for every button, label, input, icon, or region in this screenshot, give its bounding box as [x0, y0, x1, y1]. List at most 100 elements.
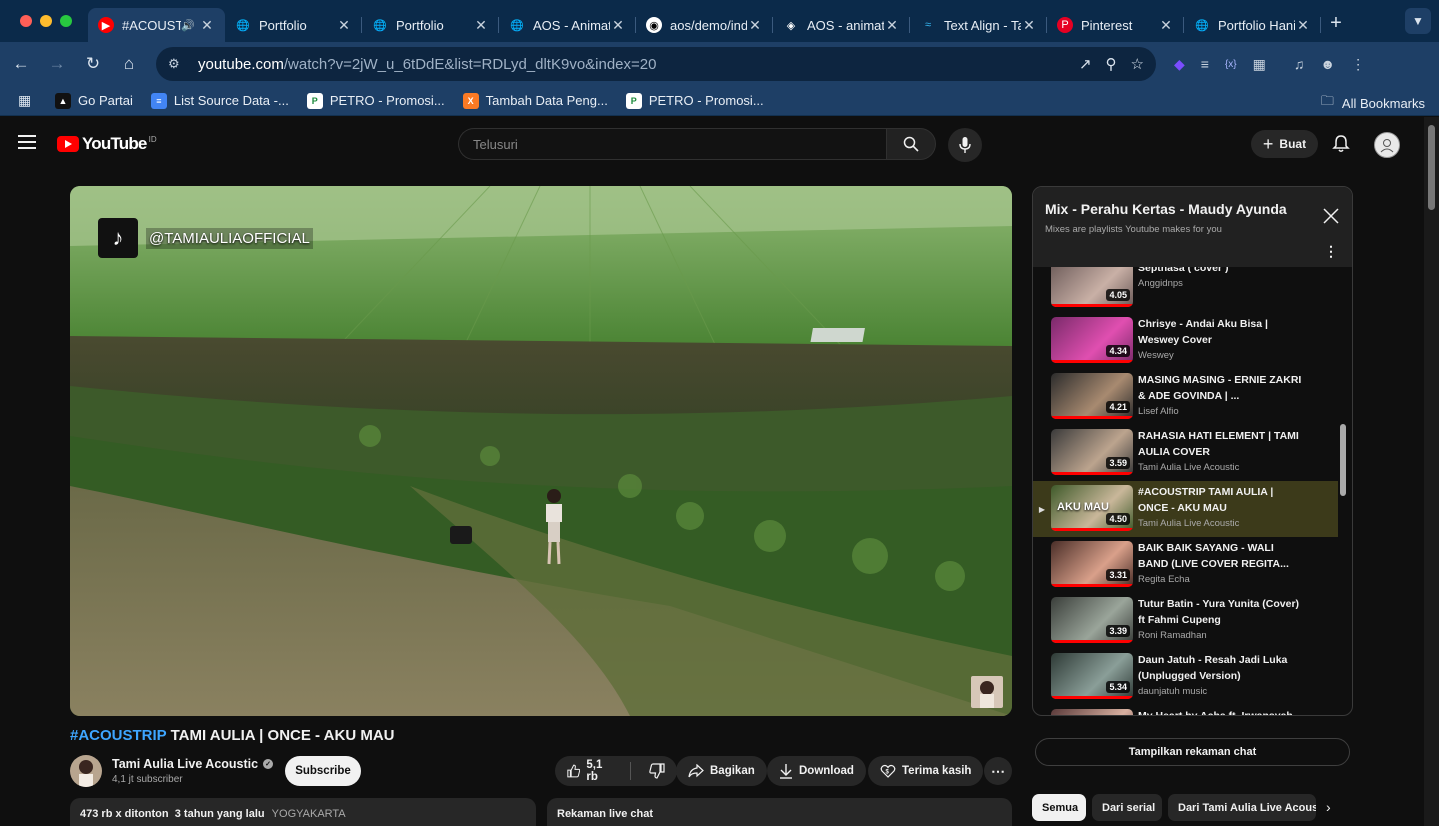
bookmark-item[interactable]: ▲ Go Partai — [55, 92, 133, 109]
playlist-item-title[interactable]: Septhasa ( cover ) — [1138, 267, 1303, 276]
search-button[interactable] — [886, 128, 936, 160]
playlist-item[interactable]: 5.34 Daun Jatuh - Resah Jadi Luka (Unplug… — [1033, 649, 1338, 705]
playlist-item[interactable]: 3.39 Tutur Batin - Yura Yunita (Cover) ft… — [1033, 593, 1338, 649]
page-scrollbar[interactable] — [1424, 117, 1439, 826]
tab-close-icon[interactable]: ✕ — [1295, 17, 1311, 34]
browser-tab[interactable]: 🌐 Portfolio Hanif ✕ — [1184, 8, 1321, 42]
tab-close-icon[interactable]: ✕ — [473, 17, 489, 34]
voice-search-button[interactable] — [948, 128, 982, 162]
video-player[interactable]: ♪ @TAMIAULIAOFFICIAL — [70, 186, 1012, 716]
hashtag-link[interactable]: #ACOUSTRIP — [70, 727, 166, 744]
playlist-item-current[interactable]: ▶ AKU MAU 4.50 #ACOUSTRIP TAMI AULIA | ONCE… — [1033, 481, 1338, 537]
playlist-thumbnail[interactable] — [1051, 709, 1133, 715]
show-chat-replay-button[interactable]: Tampilkan rekaman chat — [1035, 738, 1350, 766]
minimize-window-button[interactable] — [40, 15, 52, 27]
playlist-title[interactable]: Mix - Perahu Kertas - Maudy Ayunda — [1045, 201, 1307, 217]
browser-tab[interactable]: 🌐 Portfolio ✕ — [362, 8, 499, 42]
channel-watermark[interactable] — [971, 676, 1003, 708]
playlist-thumbnail[interactable]: 3.39 — [1051, 597, 1133, 643]
zoom-icon[interactable]: ⚲ — [1106, 55, 1117, 73]
maximize-window-button[interactable] — [60, 15, 72, 27]
description-box[interactable]: 473 rb x ditonton 3 tahun yang lalu YOGY… — [70, 798, 536, 826]
audio-playing-icon[interactable]: 🔊 — [181, 19, 195, 32]
playlist-item-title[interactable]: BAIK BAIK SAYANG - WALI BAND (LIVE COVER… — [1138, 540, 1303, 572]
tab-close-icon[interactable]: ✕ — [610, 17, 626, 34]
browser-menu-icon[interactable]: ⋮ — [1351, 56, 1365, 73]
playlist-thumbnail[interactable]: 5.34 — [1051, 653, 1133, 699]
playlist-item-title[interactable]: Tutur Batin - Yura Yunita (Cover) ft Fah… — [1138, 596, 1303, 628]
thanks-button[interactable]: $ Terima kasih — [868, 756, 984, 786]
browser-tab[interactable]: ▶ #ACOUSTRIP TAMI AULIA🔊 ✕ — [88, 8, 225, 42]
download-button[interactable]: Download — [767, 756, 866, 786]
bookmark-item[interactable]: P PETRO - Promosi... — [306, 92, 445, 109]
home-icon[interactable]: ⌂ — [111, 46, 147, 82]
bookmark-item[interactable]: ≡ List Source Data -... — [150, 92, 289, 109]
filter-chip[interactable]: Semua — [1032, 794, 1086, 821]
back-button[interactable]: ← — [3, 46, 39, 82]
playlist-thumbnail[interactable]: 4.05 — [1051, 267, 1133, 307]
playlist-item[interactable]: 3.59 RAHASIA HATI ELEMENT | TAMI AULIA CO… — [1033, 425, 1338, 481]
open-in-app-icon[interactable]: ↗ — [1079, 55, 1092, 73]
playlist-item-title[interactable]: Daun Jatuh - Resah Jadi Luka (Unplugged … — [1138, 652, 1303, 684]
browser-tab[interactable]: ◉ aos/demo/index.html✕ — [636, 8, 773, 42]
url-text[interactable]: youtube.com/watch?v=2jW_u_6tDdE&list=RDL… — [198, 56, 1079, 73]
tab-close-icon[interactable]: ✕ — [199, 17, 215, 34]
guide-menu-icon[interactable] — [18, 135, 36, 149]
create-button[interactable]: + Buat — [1251, 130, 1318, 158]
browser-tab[interactable]: 🌐 Portfolio ✕ — [225, 8, 362, 42]
extensions-puzzle-icon[interactable]: ▦ — [1253, 56, 1266, 73]
playlist-item-title[interactable]: MASING MASING - ERNIE ZAKRI & ADE GOVIND… — [1138, 372, 1303, 404]
playlist-thumbnail[interactable]: AKU MAU 4.50 — [1051, 485, 1133, 531]
bookmark-item[interactable]: X Tambah Data Peng... — [462, 92, 608, 109]
channel-avatar[interactable] — [70, 755, 102, 787]
playlist-item-title[interactable]: #ACOUSTRIP TAMI AULIA | ONCE - AKU MAU — [1138, 484, 1303, 516]
playlist-thumbnail[interactable]: 3.59 — [1051, 429, 1133, 475]
extension-icon-purple[interactable]: ◆ — [1174, 56, 1185, 73]
filter-chip[interactable]: Dari Tami Aulia Live Acoustic — [1168, 794, 1316, 821]
channel-name-text[interactable]: Tami Aulia Live Acoustic — [112, 757, 258, 771]
media-control-icon[interactable]: ♫ — [1294, 56, 1305, 72]
subscribe-button[interactable]: Subscribe — [285, 756, 361, 786]
tab-close-icon[interactable]: ✕ — [884, 17, 900, 34]
playlist-thumbnail[interactable]: 3.31 — [1051, 541, 1133, 587]
playlist-thumbnail[interactable]: 4.21 — [1051, 373, 1133, 419]
extension-icon-code[interactable]: ≡ — [1201, 56, 1209, 72]
playlist-item[interactable]: 4.05 Septhasa ( cover ) Anggidnps — [1033, 267, 1338, 313]
dislike-button[interactable] — [637, 756, 677, 786]
playlist-item-title[interactable]: RAHASIA HATI ELEMENT | TAMI AULIA COVER — [1138, 428, 1303, 460]
browser-tab[interactable]: 🌐 AOS - Animate on scroll✕ — [499, 8, 636, 42]
playlist-item[interactable]: 4.21 MASING MASING - ERNIE ZAKRI & ADE GO… — [1033, 369, 1338, 425]
more-actions-button[interactable]: ⋯ — [984, 757, 1012, 785]
browser-tab[interactable]: ◈ AOS - animate on scroll✕ — [773, 8, 910, 42]
forward-button[interactable]: → — [39, 46, 75, 82]
search-input[interactable] — [458, 128, 886, 160]
share-button[interactable]: Bagikan — [676, 756, 767, 786]
playlist-scrollbar[interactable] — [1340, 424, 1346, 496]
youtube-logo[interactable]: YouTube ID — [57, 134, 157, 154]
address-bar[interactable]: ⚙ youtube.com/watch?v=2jW_u_6tDdE&list=R… — [156, 47, 1156, 81]
playlist-item[interactable]: My Heart by Acha ft. Irwansyah (Cover by… — [1033, 705, 1338, 715]
playlist-thumbnail[interactable]: 4.34 — [1051, 317, 1133, 363]
account-avatar[interactable] — [1374, 132, 1400, 158]
profile-icon[interactable]: ☻ — [1320, 56, 1335, 72]
browser-tab[interactable]: P Pinterest ✕ — [1047, 8, 1184, 42]
close-icon[interactable] — [1320, 205, 1342, 227]
playlist-item[interactable]: 4.34 Chrisye - Andai Aku Bisa | Weswey Co… — [1033, 313, 1338, 369]
extension-icon-braces[interactable]: {x} — [1225, 59, 1237, 70]
apps-grid-icon[interactable]: ▦ — [18, 92, 38, 109]
tab-close-icon[interactable]: ✕ — [747, 17, 763, 34]
playlist-menu-icon[interactable]: ⋮ — [1324, 243, 1338, 260]
bookmark-item[interactable]: P PETRO - Promosi... — [625, 92, 764, 109]
playlist-item-title[interactable]: Chrisye - Andai Aku Bisa | Weswey Cover — [1138, 316, 1303, 348]
filter-chip[interactable]: Dari serial — [1092, 794, 1162, 821]
tab-close-icon[interactable]: ✕ — [336, 17, 352, 34]
live-chat-replay-card[interactable]: Rekaman live chat — [547, 798, 1012, 826]
playlist-item-title[interactable]: My Heart by Acha ft. Irwansyah (Cover by… — [1138, 708, 1303, 715]
site-info-icon[interactable]: ⚙ — [168, 56, 188, 72]
browser-tab[interactable]: ≈ Text Align - Tailwind✕ — [910, 8, 1047, 42]
tab-search-button[interactable]: ▼ — [1405, 8, 1431, 34]
tab-close-icon[interactable]: ✕ — [1158, 17, 1174, 34]
new-tab-button[interactable]: + — [1321, 12, 1351, 35]
reload-button[interactable]: ↻ — [75, 46, 111, 82]
playlist-item[interactable]: 3.31 BAIK BAIK SAYANG - WALI BAND (LIVE C… — [1033, 537, 1338, 593]
